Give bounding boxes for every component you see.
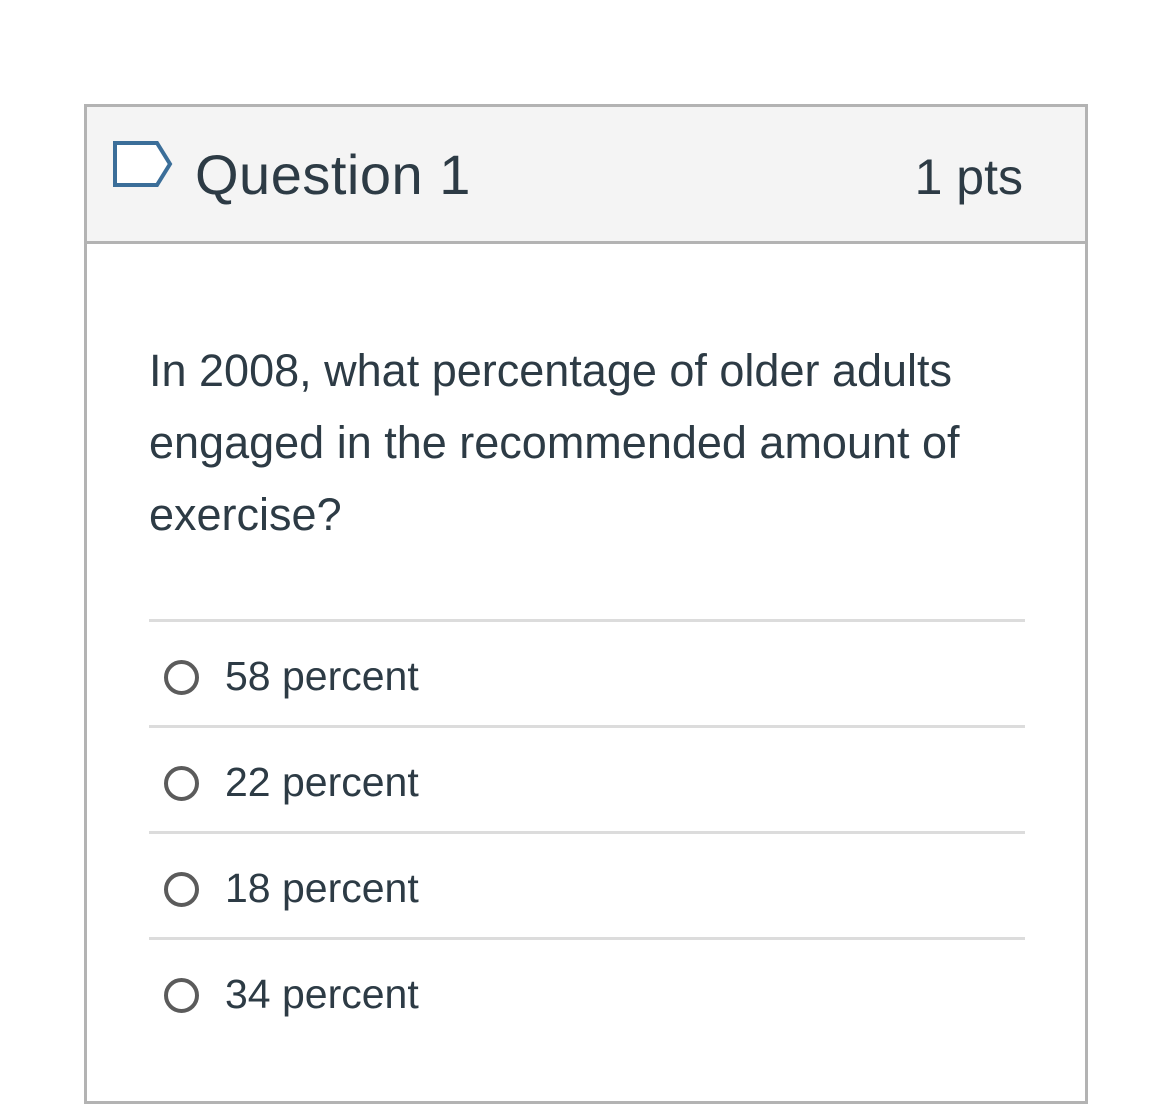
answer-label[interactable]: 34 percent <box>225 968 419 1020</box>
answer-label[interactable]: 22 percent <box>225 756 419 808</box>
answer-option[interactable]: 58 percent <box>149 619 1025 725</box>
radio-button[interactable] <box>164 978 199 1013</box>
question-text: In 2008, what percentage of older adults… <box>149 345 960 540</box>
answer-option[interactable]: 22 percent <box>149 725 1025 831</box>
question-points: 1 pts <box>914 149 1023 205</box>
answer-label[interactable]: 18 percent <box>225 862 419 914</box>
radio-button[interactable] <box>164 766 199 801</box>
answer-option[interactable]: 18 percent <box>149 831 1025 937</box>
answer-option[interactable]: 34 percent <box>149 937 1025 1043</box>
radio-button[interactable] <box>164 872 199 907</box>
question-header: Question 1 1 pts <box>87 107 1085 244</box>
question-title: Question 1 <box>195 143 471 206</box>
answer-list: 58 percent 22 percent 18 percent 34 perc… <box>149 619 1025 1043</box>
flag-outline-icon[interactable] <box>112 140 174 188</box>
answer-label[interactable]: 58 percent <box>225 650 419 702</box>
radio-button[interactable] <box>164 660 199 695</box>
question-card: Question 1 1 pts In 2008, what percentag… <box>84 104 1088 1104</box>
